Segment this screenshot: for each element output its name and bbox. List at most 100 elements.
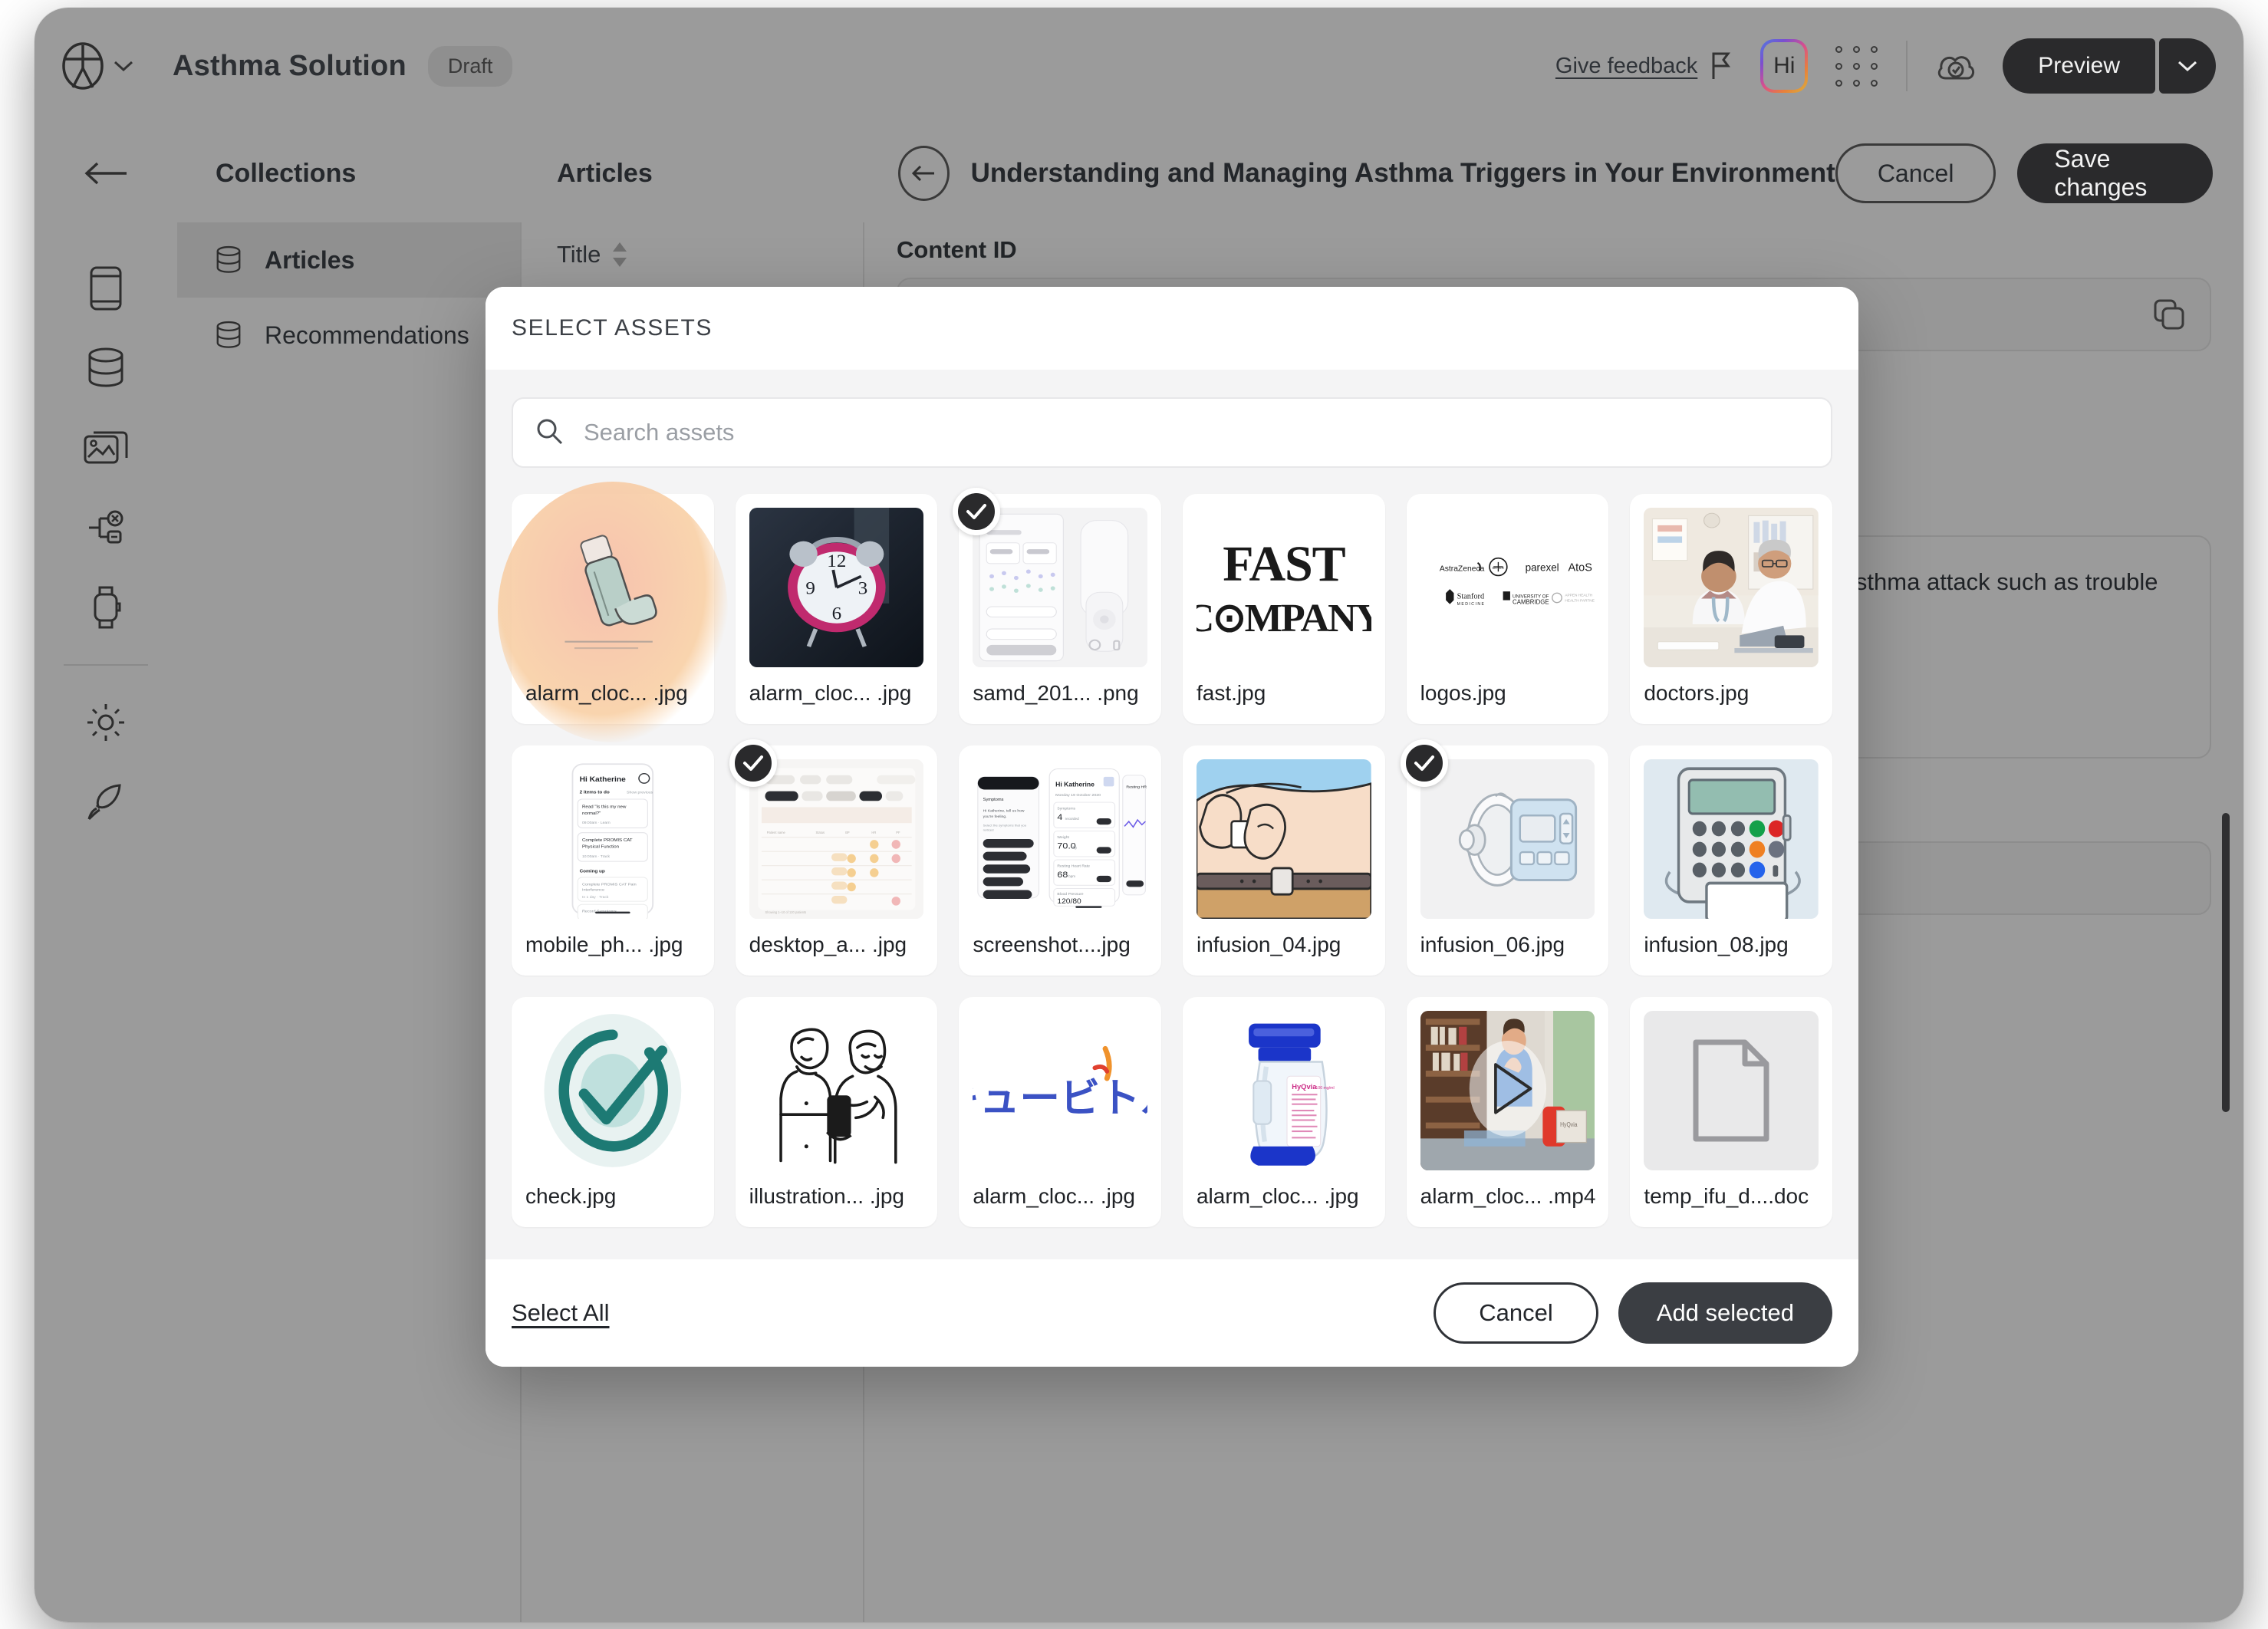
- asset-filename: logos.jpg: [1420, 681, 1506, 705]
- asset-card[interactable]: キュービトル alarm_cloc... .jpg: [959, 997, 1161, 1227]
- svg-text:Stanford: Stanford: [1457, 592, 1484, 601]
- asset-thumbnail: [1420, 759, 1595, 919]
- svg-text:68: 68: [1058, 869, 1068, 879]
- asset-thumbnail: HyQvia: [1420, 1011, 1595, 1170]
- asset-card[interactable]: AstraZeneca BAYER parexel AtoS Stanford …: [1406, 494, 1609, 724]
- svg-text:Hi Katherine, tell us how: Hi Katherine, tell us how: [983, 809, 1025, 814]
- asset-card[interactable]: HyQvia alarm_cloc... .mp4: [1406, 997, 1609, 1227]
- svg-text:In 1 day · Track: In 1 day · Track: [582, 895, 609, 900]
- selected-check-icon: [953, 488, 1001, 535]
- asset-filename: alarm_cloc... .mp4: [1420, 1184, 1596, 1208]
- svg-text:Hi Katherine: Hi Katherine: [580, 775, 627, 783]
- asset-card[interactable]: infusion_04.jpg: [1182, 745, 1385, 976]
- svg-text:Showing 1–10 of 120 patients: Showing 1–10 of 120 patients: [765, 910, 806, 914]
- svg-text:Physical Function: Physical Function: [582, 845, 619, 850]
- svg-text:you're feeling.: you're feeling.: [983, 814, 1007, 819]
- svg-text:4: 4: [1058, 812, 1063, 822]
- svg-text:FAST: FAST: [1223, 536, 1345, 592]
- svg-text:Resting Heart Rate: Resting Heart Rate: [1058, 864, 1091, 869]
- document-file-icon: [1693, 1039, 1769, 1142]
- asset-card[interactable]: temp_ifu_d....doc: [1630, 997, 1832, 1227]
- svg-text:Select the symptoms that you: Select the symptoms that you: [983, 824, 1027, 828]
- svg-text:6: 6: [831, 605, 841, 624]
- svg-text:bpm: bpm: [1069, 874, 1076, 878]
- svg-text:BAYER: BAYER: [1493, 566, 1505, 570]
- asset-filename: check.jpg: [525, 1184, 617, 1208]
- asset-card[interactable]: 12 3 6 9 alarm_cloc... .jpg: [735, 494, 938, 724]
- asset-card[interactable]: HyQvia 100 mg/ml alarm_cloc... .jpg: [1182, 997, 1385, 1227]
- svg-text:Monday 19 October 2020: Monday 19 October 2020: [1055, 793, 1101, 798]
- search-bar[interactable]: [512, 397, 1832, 468]
- asset-filename: samd_201... .png: [973, 681, 1139, 705]
- modal-title: SELECT ASSETS: [486, 287, 1858, 370]
- asset-thumbnail: 12 3 6 9: [749, 508, 924, 667]
- asset-card[interactable]: Symptoms Hi Katherine, tell us how you'r…: [959, 745, 1161, 976]
- asset-card[interactable]: check.jpg: [512, 997, 714, 1227]
- svg-text:HEALTH PARTNERS: HEALTH PARTNERS: [1565, 599, 1595, 604]
- svg-text:100 mg/ml: 100 mg/ml: [1315, 1086, 1334, 1091]
- asset-filename: infusion_06.jpg: [1420, 933, 1565, 956]
- modal-footer-actions: Cancel Add selected: [1434, 1282, 1832, 1344]
- add-selected-button[interactable]: Add selected: [1618, 1282, 1832, 1344]
- asset-thumbnail: [525, 508, 700, 667]
- svg-text:Show previous: Show previous: [627, 791, 653, 795]
- svg-text:C⊙MPANY: C⊙MPANY: [1197, 596, 1371, 640]
- svg-text:キュービトル: キュービトル: [973, 1074, 1147, 1121]
- modal-footer: Select All Cancel Add selected: [486, 1259, 1858, 1367]
- asset-filename: alarm_cloc... .jpg: [525, 681, 688, 705]
- asset-filename: temp_ifu_d....doc: [1644, 1184, 1809, 1208]
- asset-thumbnail: [1644, 759, 1819, 919]
- asset-card[interactable]: Patient name Status BP HR PF Showing 1–10 of…: [729, 739, 938, 976]
- svg-text:09:00am · Learn: 09:00am · Learn: [582, 821, 611, 825]
- asset-filename: doctors.jpg: [1644, 681, 1750, 705]
- asset-filename: infusion_04.jpg: [1196, 933, 1341, 956]
- svg-text:Complete PROMIS CAT: Complete PROMIS CAT: [582, 838, 633, 843]
- svg-text:HyQvia: HyQvia: [1560, 1121, 1578, 1128]
- svg-text:AtoS: AtoS: [1568, 561, 1592, 574]
- svg-text:MEDICINE: MEDICINE: [1457, 602, 1485, 607]
- svg-text:CAMBRIDGE: CAMBRIDGE: [1513, 599, 1549, 606]
- svg-text:120/80: 120/80: [1058, 898, 1082, 906]
- asset-grid: alarm_cloc... .jpg 12 3 6 9 alarm_cloc..…: [498, 482, 1832, 1227]
- svg-text:kg: kg: [1073, 846, 1077, 850]
- search-icon: [535, 416, 564, 449]
- asset-thumbnail: [973, 508, 1147, 667]
- svg-text:Blood Pressure: Blood Pressure: [1058, 892, 1084, 897]
- asset-thumbnail: AstraZeneca BAYER parexel AtoS Stanford …: [1420, 508, 1595, 667]
- svg-text:BP: BP: [845, 831, 850, 834]
- svg-text:HR: HR: [871, 831, 876, 834]
- asset-card[interactable]: doctors.jpg: [1630, 494, 1832, 724]
- asset-card[interactable]: illustration... .jpg: [735, 997, 938, 1227]
- asset-filename: fast.jpg: [1196, 681, 1266, 705]
- svg-text:Resting HR: Resting HR: [1127, 785, 1147, 790]
- asset-card[interactable]: Hi Katherine 2 items to do Show previous…: [512, 745, 714, 976]
- asset-filename: alarm_cloc... .jpg: [1196, 1184, 1359, 1208]
- asset-card[interactable]: infusion_08.jpg: [1630, 745, 1832, 976]
- svg-text:Complete PROMIS CAT Pain: Complete PROMIS CAT Pain: [582, 883, 637, 887]
- asset-card[interactable]: samd_201... .png: [953, 488, 1161, 724]
- asset-filename: illustration... .jpg: [749, 1184, 904, 1208]
- svg-text:12: 12: [827, 552, 846, 571]
- svg-text:Interference: Interference: [582, 888, 604, 893]
- svg-text:Status: Status: [815, 831, 825, 834]
- asset-filename: desktop_a... .jpg: [749, 933, 907, 956]
- asset-filename: alarm_cloc... .jpg: [973, 1184, 1135, 1208]
- asset-thumbnail: Symptoms Hi Katherine, tell us how you'r…: [973, 759, 1147, 919]
- modal-cancel-button[interactable]: Cancel: [1434, 1282, 1598, 1344]
- svg-text:10:00am · Track: 10:00am · Track: [582, 854, 611, 859]
- asset-card[interactable]: alarm_cloc... .jpg: [498, 482, 728, 742]
- asset-thumbnail: [1196, 759, 1371, 919]
- search-input[interactable]: [584, 419, 1809, 446]
- asset-thumbnail: FAST C⊙MPANY: [1197, 508, 1371, 667]
- svg-text:Weight: Weight: [1058, 835, 1070, 840]
- svg-text:AstraZeneca: AstraZeneca: [1439, 564, 1484, 573]
- svg-text:normal?": normal?": [582, 811, 601, 816]
- svg-text:Read "Is this my new: Read "Is this my new: [582, 805, 627, 810]
- asset-thumbnail: Patient name Status BP HR PF Showing 1–10 of…: [749, 759, 924, 919]
- asset-thumbnail: [1644, 508, 1819, 667]
- svg-text:noticed: noticed: [983, 828, 995, 832]
- asset-card[interactable]: FAST C⊙MPANY fast.jpg: [1182, 494, 1385, 724]
- select-all-link[interactable]: Select All: [512, 1299, 610, 1327]
- asset-card[interactable]: infusion_06.jpg: [1400, 739, 1609, 976]
- asset-filename: screenshot....jpg: [973, 933, 1131, 956]
